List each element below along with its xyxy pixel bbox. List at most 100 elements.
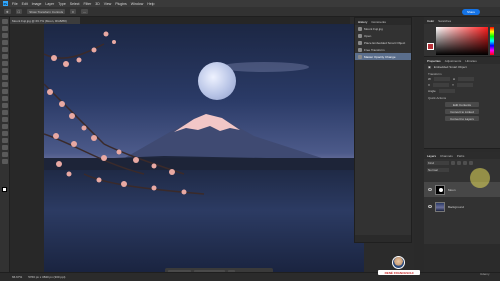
tab-comments[interactable]: Comments [371,20,386,24]
tools-panel [0,17,10,272]
quick-select-tool-icon[interactable] [1,40,8,45]
instructor-name: RENÉ FRANCESCHI [378,270,420,275]
eyedropper-tool-icon[interactable] [1,61,8,66]
angle-field[interactable] [438,89,455,93]
color-panel-tabs: Color Swatches [424,17,500,24]
y-label: Y [452,83,455,87]
menu-select[interactable]: Select [70,2,80,6]
history-item-label: Master Opacity Change [364,54,396,59]
hue-slider[interactable] [490,27,494,55]
snapshot-thumb-icon [358,26,362,31]
color-picker-field[interactable] [436,27,488,55]
y-field[interactable] [457,83,474,87]
brush-tool-icon[interactable] [1,75,8,80]
move-tool-icon[interactable] [1,19,8,24]
udemy-logo: Udemy [480,272,490,276]
layer-row-moon[interactable]: Moon [424,182,500,197]
x-field[interactable] [433,83,450,87]
blend-mode-select[interactable]: Normal [427,167,449,172]
healing-brush-icon[interactable] [1,68,8,73]
menu-help[interactable]: Help [147,2,154,6]
filter-shape-icon[interactable] [469,160,473,165]
dodge-tool-icon[interactable] [1,117,8,122]
document-image[interactable] [44,24,364,272]
history-item[interactable]: Free Transform [355,46,411,53]
width-field[interactable] [433,77,450,81]
menu-file[interactable]: File [12,2,18,6]
pen-tool-icon[interactable] [1,124,8,129]
tab-adjustments[interactable]: Adjustments [445,59,462,63]
history-panel-tabs: History Comments [355,18,411,25]
layers-panel-tabs: Layers Channels Paths [424,152,500,159]
tab-properties[interactable]: Properties [427,59,441,63]
menu-3d[interactable]: 3D [95,2,99,6]
share-button[interactable]: Share [462,9,480,15]
filter-type-icon[interactable] [463,160,467,165]
tab-color[interactable]: Color [427,19,434,23]
hand-tool-icon[interactable] [1,152,8,157]
tab-paths[interactable]: Paths [457,154,465,158]
eraser-tool-icon[interactable] [1,96,8,101]
transform-row-angle: Angle [424,88,500,94]
menu-filter[interactable]: Filter [84,2,92,6]
menu-edit[interactable]: Edit [22,2,28,6]
menu-layer[interactable]: Layer [45,2,54,6]
move-tool-icon[interactable]: ✥ [4,9,11,14]
crop-tool-icon[interactable] [1,47,8,52]
auto-select-checkbox[interactable]: ☐ [15,9,23,14]
align-icon[interactable]: ≡ [70,9,76,14]
zoom-tool-icon[interactable] [1,159,8,164]
convert-to-linked-button[interactable]: Convert to Linked [445,109,479,114]
foreground-color-swatch[interactable] [2,187,7,192]
history-brush-icon[interactable] [1,89,8,94]
document-tab-bar: Mount Fuji.jpg @ 66.7% (Moon, RGB/8#) [10,17,350,24]
menu-type[interactable]: Type [58,2,66,6]
lasso-tool-icon[interactable] [1,33,8,38]
cursor-highlight [470,168,490,188]
visibility-eye-icon[interactable] [428,205,432,208]
layer-kind-filter[interactable]: Kind [427,160,449,165]
instructor-avatar [392,256,405,269]
layer-row-background[interactable]: Background [424,199,500,214]
tab-swatches[interactable]: Swatches [438,19,451,23]
history-item-selected[interactable]: Master Opacity Change [355,53,411,60]
tab-channels[interactable]: Channels [440,154,453,158]
frame-tool-icon[interactable] [1,54,8,59]
smart-object-icon: ▣ [428,65,431,69]
history-state-icon [358,33,362,38]
history-item[interactable]: Place Embedded Smart Object [355,39,411,46]
layer-thumbnail [435,201,445,212]
convert-to-layers-button[interactable]: Convert to Layers [445,116,479,121]
menu-view[interactable]: View [104,2,112,6]
type-tool-icon[interactable] [1,131,8,136]
tab-libraries[interactable]: Libraries [465,59,477,63]
blur-tool-icon[interactable] [1,110,8,115]
transform-controls-option[interactable]: Show Transform Controls [27,9,66,14]
tab-layers[interactable]: Layers [427,154,436,158]
menu-image[interactable]: Image [32,2,42,6]
history-panel: History Comments Mount Fuji.jpg Open Pla… [354,17,412,243]
photoshop-logo: Ps [3,1,8,6]
menu-plugins[interactable]: Plugins [115,2,126,6]
visibility-eye-icon[interactable] [428,188,432,191]
history-item[interactable]: Open [355,32,411,39]
history-snapshot[interactable]: Mount Fuji.jpg [355,25,411,32]
zoom-level[interactable]: 66.67% [12,275,22,279]
x-label: X [428,83,431,87]
foreground-color-chip[interactable] [427,43,434,50]
path-select-icon[interactable] [1,138,8,143]
document-tab[interactable]: Mount Fuji.jpg @ 66.7% (Moon, RGB/8#) [10,17,80,24]
distribute-icon[interactable]: ⋯ [80,9,88,14]
filter-pixel-icon[interactable] [451,160,455,165]
tab-history[interactable]: History [358,20,367,24]
properties-title: ▣ Embedded Smart Object [424,64,500,70]
edit-contents-button[interactable]: Edit Contents [445,102,479,107]
clone-stamp-icon[interactable] [1,82,8,87]
canvas-area[interactable]: Select subject Remove background ⋯ [10,24,364,277]
marquee-tool-icon[interactable] [1,26,8,31]
shape-tool-icon[interactable] [1,145,8,150]
height-field[interactable] [458,77,475,81]
menu-window[interactable]: Window [131,2,143,6]
filter-adjustment-icon[interactable] [457,160,461,165]
gradient-tool-icon[interactable] [1,103,8,108]
